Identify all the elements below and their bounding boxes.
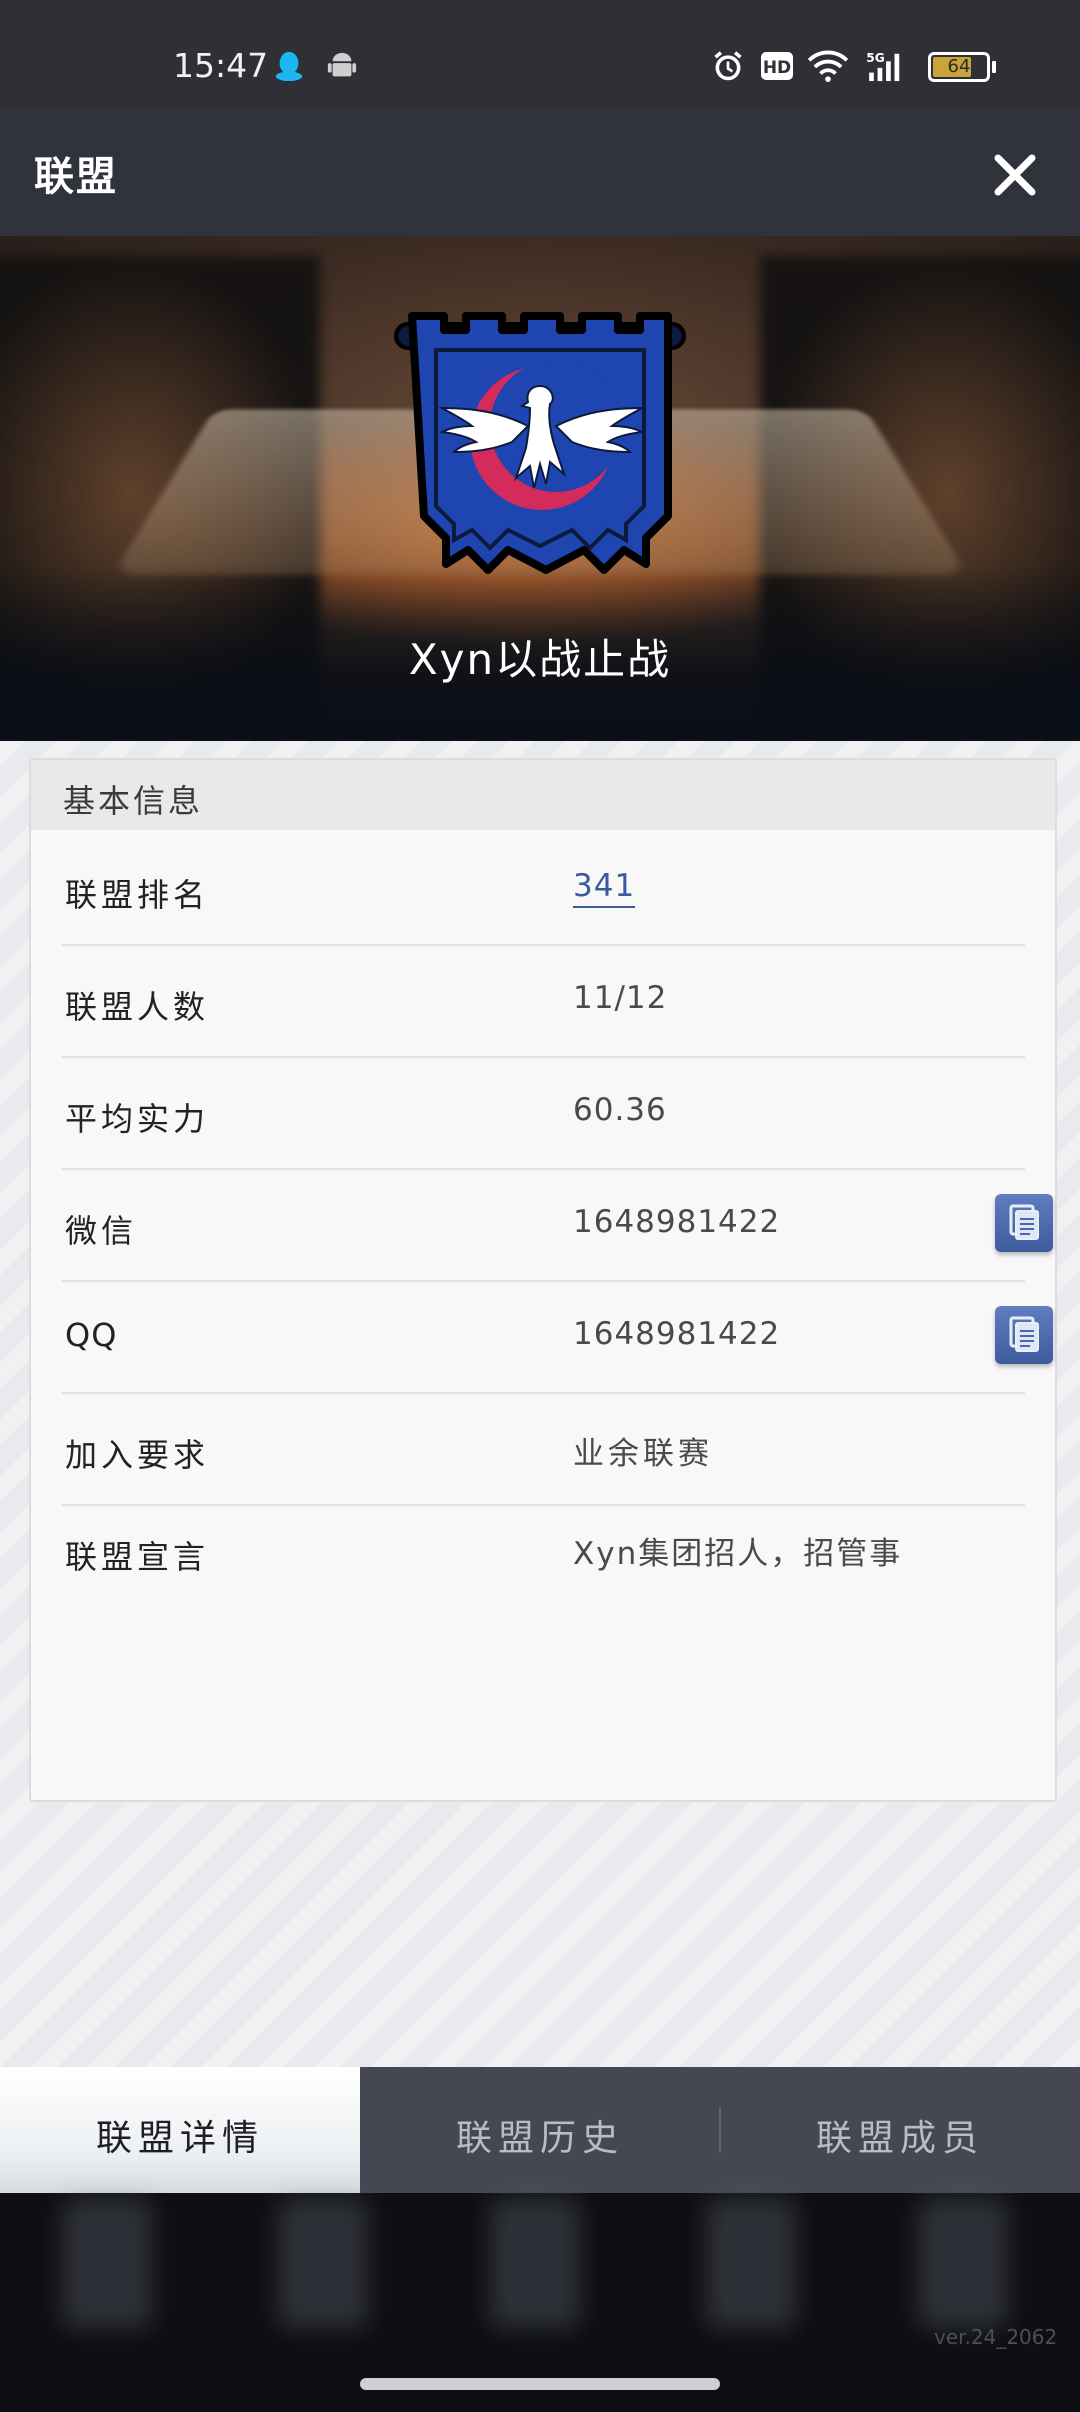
close-icon [994, 154, 1036, 196]
blurred-nav-item [278, 2198, 368, 2328]
qq-value: 1648981422 [573, 1316, 781, 1352]
blurred-nav-item [490, 2198, 580, 2328]
close-button[interactable] [990, 150, 1040, 200]
declaration-value: Xyn集团招人，招管事 [573, 1536, 903, 1572]
header-bar: 联盟 [0, 110, 1080, 236]
copy-icon [1009, 1204, 1039, 1240]
blurred-nav-item [62, 2198, 152, 2328]
row-ranking: 联盟排名 341 [61, 832, 1025, 946]
tab-bar: 联盟详情 联盟历史 联盟成员 [0, 2067, 1080, 2193]
version-label: ver.24_2062 [934, 2325, 1058, 2349]
card-header: 基本信息 [31, 760, 1055, 830]
page-title: 联盟 [34, 154, 118, 200]
blurred-nav-item [918, 2198, 1008, 2328]
blurred-nav-item [706, 2198, 796, 2328]
wechat-value: 1648981422 [573, 1204, 781, 1240]
ranking-value-link[interactable]: 341 [573, 868, 636, 908]
status-bar: 15:47 HD 5G 64 [0, 0, 1080, 110]
tab-label: 联盟详情 [95, 2118, 264, 2159]
member-count-value: 11/12 [573, 980, 668, 1016]
row-member-count: 联盟人数 11/12 [61, 944, 1025, 1058]
row-declaration: 联盟宣言 Xyn集团招人，招管事 [61, 1504, 1025, 1764]
battery-icon: 64 [928, 52, 990, 82]
basic-info-card: 基本信息 联盟排名 341 联盟人数 11/12 平均实力 60.36 微信 1… [29, 758, 1057, 1802]
eagle-emblem-icon [394, 312, 686, 574]
member-count-label: 联盟人数 [65, 988, 210, 1026]
alliance-name: Xyn以战止战 [408, 635, 672, 684]
row-join-requirement: 加入要求 业余联赛 [61, 1392, 1025, 1506]
copy-wechat-button[interactable] [995, 1194, 1053, 1252]
qq-label: QQ [65, 1316, 118, 1354]
battery-level: 64 [947, 56, 971, 77]
svg-text:HD: HD [763, 58, 791, 78]
row-qq: QQ 1648981422 [61, 1280, 1053, 1394]
wechat-label: 微信 [65, 1212, 138, 1250]
average-strength-value: 60.36 [573, 1092, 667, 1128]
qq-icon [275, 51, 303, 82]
tab-alliance-history[interactable]: 联盟历史 [360, 2067, 720, 2193]
tab-alliance-members[interactable]: 联盟成员 [720, 2067, 1080, 2193]
alliance-banner: Xyn以战止战 [0, 236, 1080, 741]
section-title: 基本信息 [63, 782, 204, 820]
android-icon [327, 52, 357, 77]
join-requirement-value: 业余联赛 [573, 1436, 713, 1472]
battery-tip [992, 61, 996, 73]
copy-icon [1009, 1316, 1039, 1352]
tab-label: 联盟成员 [815, 2118, 984, 2159]
average-strength-label: 平均实力 [65, 1100, 210, 1138]
row-wechat: 微信 1648981422 [61, 1168, 1053, 1282]
copy-qq-button[interactable] [995, 1306, 1053, 1364]
5g-signal-icon: 5G [866, 51, 900, 82]
join-requirement-label: 加入要求 [65, 1436, 210, 1474]
wifi-icon [807, 50, 849, 82]
declaration-label: 联盟宣言 [65, 1538, 210, 1576]
status-time: 15:47 [173, 46, 269, 85]
ranking-label: 联盟排名 [65, 876, 210, 914]
tab-alliance-details[interactable]: 联盟详情 [0, 2067, 360, 2193]
alarm-icon [714, 51, 742, 81]
hd-icon: HD [761, 52, 793, 80]
home-indicator[interactable] [360, 2378, 720, 2390]
row-average-strength: 平均实力 60.36 [61, 1056, 1025, 1170]
svg-text:5G: 5G [866, 51, 885, 65]
tab-label: 联盟历史 [455, 2118, 624, 2159]
